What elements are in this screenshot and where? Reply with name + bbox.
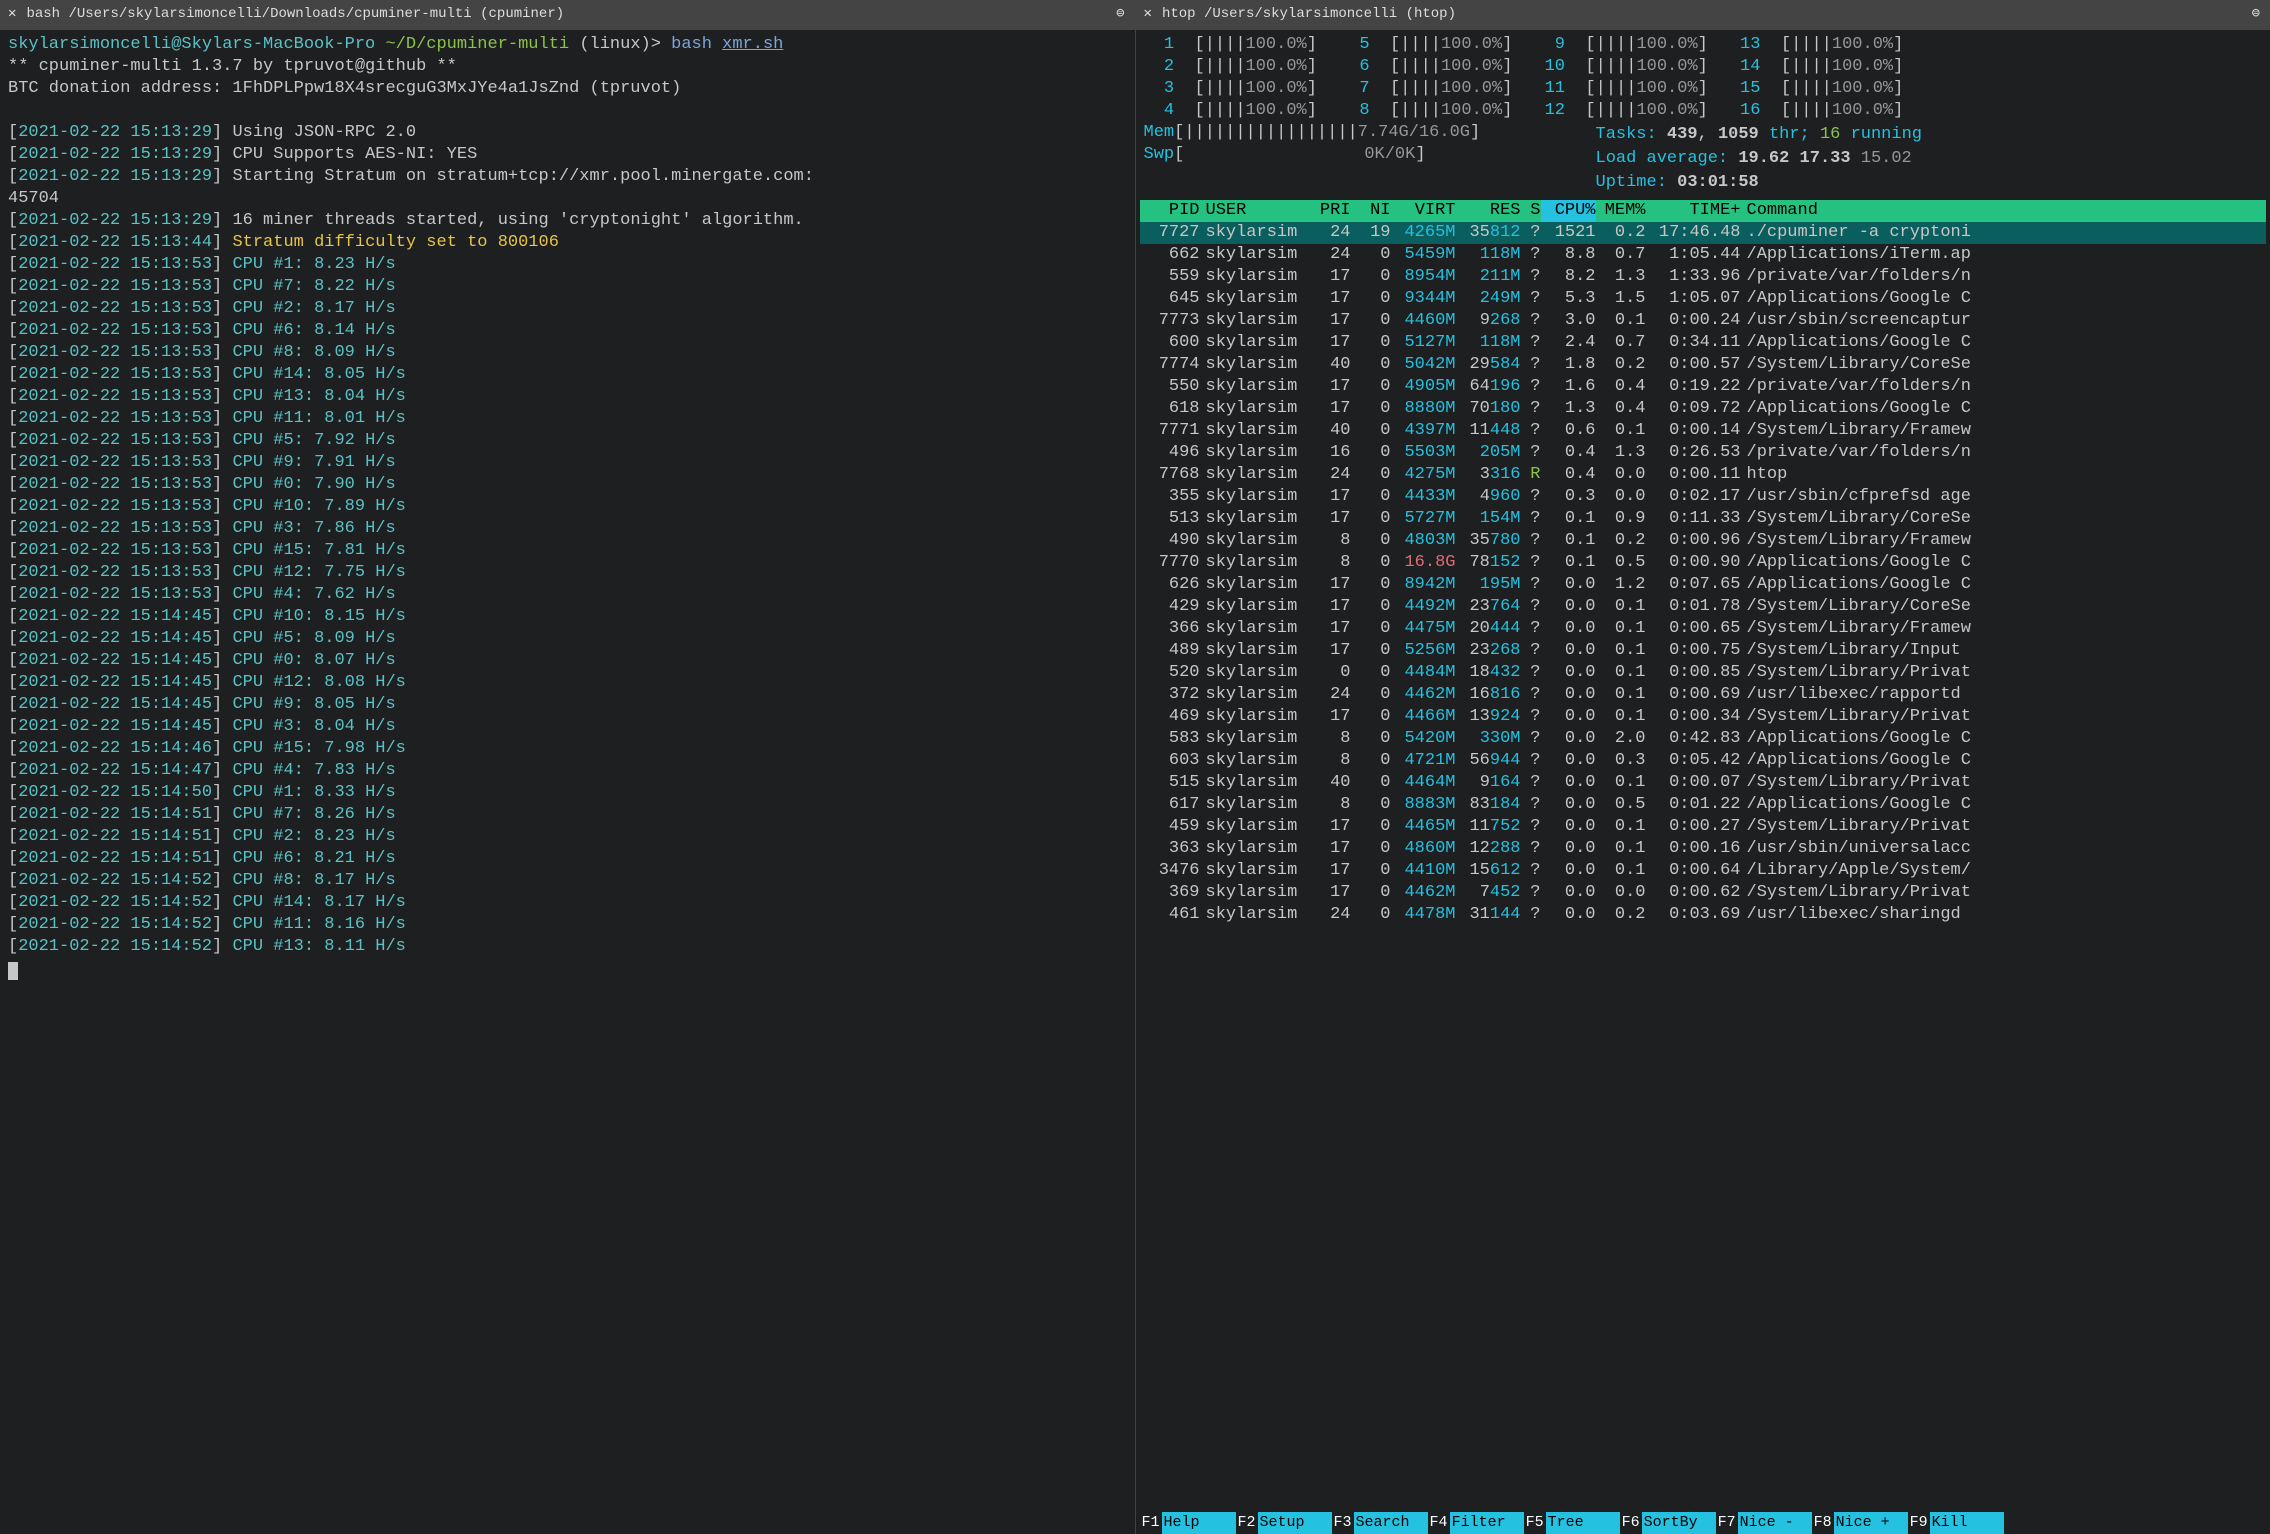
process-row[interactable]: 550skylarsim1704905M64196?1.60.40:19.22/… [1140,376,2267,398]
process-row[interactable]: 7727skylarsim24194265M35812?15210.217:46… [1140,222,2267,244]
cpu-meter: 14 [||||100.0%] [1730,56,1903,78]
footer-key[interactable]: F8Nice + [1812,1512,1908,1534]
htop-footer[interactable]: F1HelpF2SetupF3SearchF4FilterF5TreeF6Sor… [1140,1512,2267,1534]
cpu-meter: 15 [||||100.0%] [1730,78,1903,100]
process-row[interactable]: 617skylarsim808883M83184?0.00.50:01.22/A… [1140,794,2267,816]
process-row[interactable]: 618skylarsim1708880M70180?1.30.40:09.72/… [1140,398,2267,420]
cpu-meter: 4 [||||100.0%] [1144,100,1317,122]
process-row[interactable]: 490skylarsim804803M35780?0.10.20:00.96/S… [1140,530,2267,552]
process-row[interactable]: 366skylarsim1704475M20444?0.00.10:00.65/… [1140,618,2267,640]
cpu-meters: 1 [||||100.0%] 2 [||||100.0%] 3 [||||100… [1140,34,2267,122]
footer-key[interactable]: F2Setup [1236,1512,1332,1534]
process-row[interactable]: 429skylarsim1704492M23764?0.00.10:01.78/… [1140,596,2267,618]
process-row[interactable]: 459skylarsim1704465M11752?0.00.10:00.27/… [1140,816,2267,838]
cpu-meter: 11 [||||100.0%] [1534,78,1707,100]
process-row[interactable]: 3476skylarsim1704410M15612?0.00.10:00.64… [1140,860,2267,882]
process-row[interactable]: 515skylarsim4004464M9164?0.00.10:00.07/S… [1140,772,2267,794]
process-row[interactable]: 7771skylarsim4004397M11448?0.60.10:00.14… [1140,420,2267,442]
cpu-meter: 5 [||||100.0%] [1339,34,1512,56]
app-root: ✕ bash /Users/skylarsimoncelli/Downloads… [0,0,2270,1534]
cpu-meter: 7 [||||100.0%] [1339,78,1512,100]
process-row[interactable]: 369skylarsim1704462M7452?0.00.00:00.62/S… [1140,882,2267,904]
process-row[interactable]: 513skylarsim1705727M154M?0.10.90:11.33/S… [1140,508,2267,530]
left-terminal[interactable]: skylarsimoncelli@Skylars-MacBook-Pro ~/D… [0,30,1135,1534]
cpu-meter: 13 [||||100.0%] [1730,34,1903,56]
process-row[interactable]: 662skylarsim2405459M118M?8.80.71:05.44/A… [1140,244,2267,266]
load-line: Load average: 19.62 17.33 15.02 [1596,146,2267,170]
close-icon[interactable]: ✕ [1144,5,1152,25]
footer-key[interactable]: F6SortBy [1620,1512,1716,1534]
tasks-line: Tasks: 439, 1059 thr; 16 running [1596,122,2267,146]
left-tab-bar[interactable]: ✕ bash /Users/skylarsimoncelli/Downloads… [0,0,1135,30]
process-row[interactable]: 355skylarsim1704433M4960?0.30.00:02.17/u… [1140,486,2267,508]
footer-key[interactable]: F7Nice - [1716,1512,1812,1534]
left-pane: ✕ bash /Users/skylarsimoncelli/Downloads… [0,0,1136,1534]
cursor [8,962,18,980]
process-row[interactable]: 520skylarsim004484M18432?0.00.10:00.85/S… [1140,662,2267,684]
process-row[interactable]: 645skylarsim1709344M249M?5.31.51:05.07/A… [1140,288,2267,310]
swap-meter: Swp[0K/0K] [1144,144,1574,166]
process-row[interactable]: 7773skylarsim1704460M9268?3.00.10:00.24/… [1140,310,2267,332]
cpu-meter: 10 [||||100.0%] [1534,56,1707,78]
footer-key[interactable]: F3Search [1332,1512,1428,1534]
close-icon[interactable]: ✕ [8,5,16,25]
footer-key[interactable]: F5Tree [1524,1512,1620,1534]
right-tab-title: htop /Users/skylarsimoncelli (htop) [1162,5,1456,25]
process-row[interactable]: 583skylarsim805420M330M?0.02.00:42.83/Ap… [1140,728,2267,750]
process-header[interactable]: PIDUSERPRINIVIRTRESSCPU%MEM%TIME+Command [1140,200,2267,222]
overflow-icon[interactable]: ⊜ [1116,5,1124,25]
process-row[interactable]: 603skylarsim804721M56944?0.00.30:05.42/A… [1140,750,2267,772]
right-terminal[interactable]: 1 [||||100.0%] 2 [||||100.0%] 3 [||||100… [1136,30,2270,1534]
process-row[interactable]: 7770skylarsim8016.8G78152?0.10.50:00.90/… [1140,552,2267,574]
uptime-line: Uptime: 03:01:58 [1596,170,2267,194]
footer-key[interactable]: F1Help [1140,1512,1236,1534]
process-row[interactable]: 559skylarsim1708954M211M?8.21.31:33.96/p… [1140,266,2267,288]
process-row[interactable]: 489skylarsim1705256M23268?0.00.10:00.75/… [1140,640,2267,662]
cpu-meter: 16 [||||100.0%] [1730,100,1903,122]
process-row[interactable]: 600skylarsim1705127M118M?2.40.70:34.11/A… [1140,332,2267,354]
overflow-icon[interactable]: ⊜ [2252,5,2260,25]
process-row[interactable]: 626skylarsim1708942M195M?0.01.20:07.65/A… [1140,574,2267,596]
process-row[interactable]: 7768skylarsim2404275M3316R0.40.00:00.11h… [1140,464,2267,486]
process-row[interactable]: 461skylarsim2404478M31144?0.00.20:03.69/… [1140,904,2267,926]
footer-key[interactable]: F9Kill [1908,1512,2004,1534]
right-tab-bar[interactable]: ✕ htop /Users/skylarsimoncelli (htop) ⊜ [1136,0,2270,30]
process-row[interactable]: 372skylarsim2404462M16816?0.00.10:00.69/… [1140,684,2267,706]
cpu-meter: 12 [||||100.0%] [1534,100,1707,122]
cpu-meter: 8 [||||100.0%] [1339,100,1512,122]
cpu-meter: 3 [||||100.0%] [1144,78,1317,100]
cpu-meter: 2 [||||100.0%] [1144,56,1317,78]
process-row[interactable]: 363skylarsim1704860M12288?0.00.10:00.16/… [1140,838,2267,860]
footer-key[interactable]: F4Filter [1428,1512,1524,1534]
process-row[interactable]: 7774skylarsim4005042M29584?1.80.20:00.57… [1140,354,2267,376]
process-row[interactable]: 496skylarsim1605503M205M?0.41.30:26.53/p… [1140,442,2267,464]
cpu-meter: 9 [||||100.0%] [1534,34,1707,56]
cpu-meter: 6 [||||100.0%] [1339,56,1512,78]
process-list[interactable]: 7727skylarsim24194265M35812?15210.217:46… [1140,222,2267,1512]
cpu-meter: 1 [||||100.0%] [1144,34,1317,56]
mem-and-stats: Mem[|||||||||||||||||7.74G/16.0G]Swp[0K/… [1140,122,2267,194]
mem-meter: Mem[|||||||||||||||||7.74G/16.0G] [1144,122,1574,144]
left-tab-title: bash /Users/skylarsimoncelli/Downloads/c… [26,5,564,25]
right-pane: ✕ htop /Users/skylarsimoncelli (htop) ⊜ … [1136,0,2270,1534]
process-row[interactable]: 469skylarsim1704466M13924?0.00.10:00.34/… [1140,706,2267,728]
